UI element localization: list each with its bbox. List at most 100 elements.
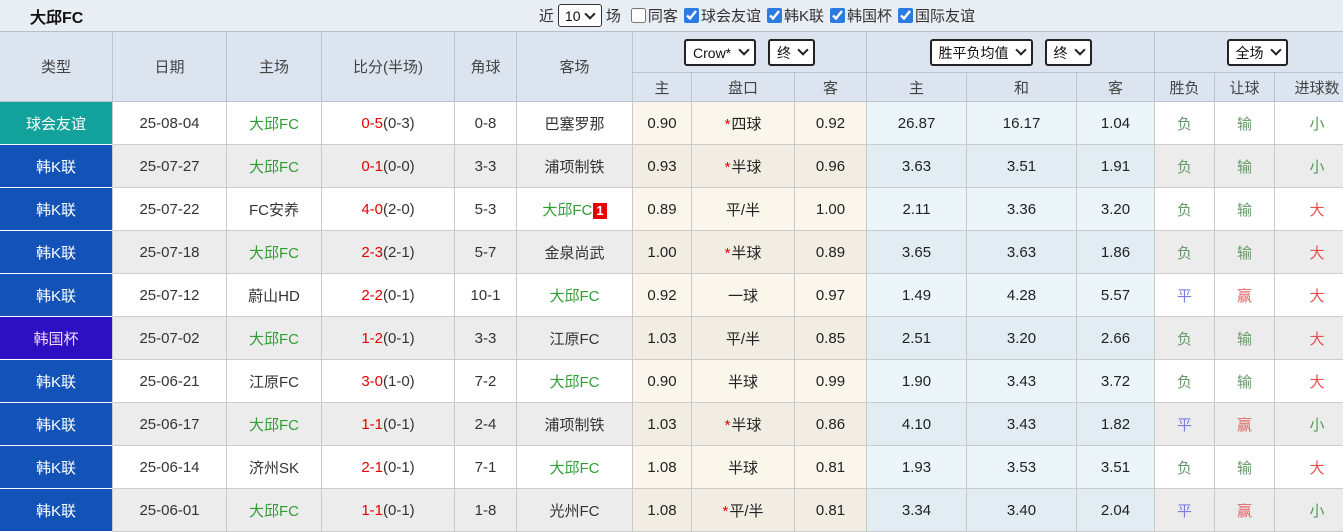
odds-away-value: 0.96 [795,145,868,188]
handicap-value: 一球 [727,287,758,305]
col-header-date: 日期 [113,32,227,102]
avg-home-value: 26.87 [867,102,968,145]
result-value: 负 [1155,231,1216,274]
away-team-link[interactable]: 浦项制铁 [544,417,604,434]
avg-home-value: 2.11 [867,188,968,231]
home-team-link[interactable]: 大邱FC [227,231,322,274]
fulltime-score: 2-1 [361,458,383,476]
filter-label: 韩K联 [783,8,824,25]
away-team-link[interactable]: 巴塞罗那 [544,116,604,133]
score-cell: 4-0(2-0) [322,188,455,231]
avg-home-value: 1.49 [867,274,968,317]
avg-away-value: 5.57 [1077,274,1156,317]
away-team-cell[interactable]: 浦项制铁 [517,145,633,188]
corners-value: 0-8 [455,102,517,145]
away-team-cell[interactable]: 江原FC [517,317,633,360]
home-team-link[interactable]: 大邱FC [227,317,322,360]
away-team-link[interactable]: 大邱FC [542,202,592,219]
odds-home-value: 0.92 [633,274,692,317]
fulltime-score: 3-0 [361,372,383,390]
odds-home-value: 0.93 [633,145,692,188]
table-row[interactable]: 韩K联 25-06-14 济州SK 2-1(0-1) 7-1 大邱FC 1.08… [0,446,1343,489]
corners-value: 7-2 [455,360,517,403]
away-team-cell[interactable]: 大邱FC [517,360,633,403]
table-row[interactable]: 韩K联 25-07-27 大邱FC 0-1(0-0) 3-3 浦项制铁 0.93… [0,145,1343,188]
goals-result-value: 大 [1275,446,1343,489]
halftime-score: (0-1) [383,329,415,347]
page-title: 大邱FC [30,9,84,27]
handicap-value: 平/半 [725,330,761,348]
away-team-link[interactable]: 金泉尚武 [544,245,604,262]
avg-time-select[interactable]: 终 [1044,38,1092,66]
away-team-cell[interactable]: 大邱FC [517,446,633,489]
filter-checkbox[interactable] [683,8,699,23]
home-team-link[interactable]: 大邱FC [227,145,322,188]
filter-checkbox[interactable] [630,8,646,23]
home-team-link[interactable]: 济州SK [227,446,322,489]
handicap-star: * [724,158,731,176]
halftime-score: (0-1) [383,458,415,476]
avg-group-header: 胜平负均值 终 [867,32,1156,73]
match-date: 25-06-14 [113,446,227,489]
away-team-link[interactable]: 浦项制铁 [544,159,604,176]
filter-label: 球会友谊 [700,8,761,25]
filter-checkbox[interactable] [766,8,782,23]
handicap-cell: *平/半 [692,489,795,532]
away-team-link[interactable]: 大邱FC [550,374,600,391]
match-type-badge: 韩K联 [0,403,113,446]
handicap-cell: *半球 [692,231,795,274]
odds-source-select[interactable]: Crow* [684,38,757,66]
home-team-link[interactable]: 蔚山HD [227,274,322,317]
table-row[interactable]: 韩K联 25-06-17 大邱FC 1-1(0-1) 2-4 浦项制铁 1.03… [0,403,1343,446]
away-team-cell[interactable]: 光州FC [517,489,633,532]
home-team-link[interactable]: 江原FC [227,360,322,403]
match-type-badge: 韩K联 [0,274,113,317]
home-team-link[interactable]: FC安养 [227,188,322,231]
odds-group-header: Crow* 终 [633,32,868,73]
match-type-badge: 韩K联 [0,188,113,231]
away-team-cell[interactable]: 大邱FC [517,274,633,317]
corners-value: 1-8 [455,489,517,532]
avg-draw-value: 16.17 [967,102,1078,145]
handicap-cell: 半球 [692,360,795,403]
away-team-cell[interactable]: 浦项制铁 [517,403,633,446]
table-row[interactable]: 韩K联 25-06-21 江原FC 3-0(1-0) 7-2 大邱FC 0.90… [0,360,1343,403]
table-row[interactable]: 韩K联 25-07-12 蔚山HD 2-2(0-1) 10-1 大邱FC 0.9… [0,274,1343,317]
table-row[interactable]: 球会友谊 25-08-04 大邱FC 0-5(0-3) 0-8 巴塞罗那 0.9… [0,102,1343,145]
halftime-score: (0-1) [383,286,415,304]
away-team-cell[interactable]: 巴塞罗那 [517,102,633,145]
avg-type-select[interactable]: 胜平负均值 [929,38,1033,66]
home-team-link[interactable]: 大邱FC [227,403,322,446]
away-team-link[interactable]: 江原FC [550,331,600,348]
table-row[interactable]: 韩K联 25-06-01 大邱FC 1-1(0-1) 1-8 光州FC 1.08… [0,489,1343,532]
odds-time-select[interactable]: 终 [768,38,816,66]
goals-result-value: 小 [1275,102,1343,145]
table-row[interactable]: 韩K联 25-07-22 FC安养 4-0(2-0) 5-3 大邱FC 1 0.8… [0,188,1343,231]
away-team-cell[interactable]: 金泉尚武 [517,231,633,274]
filter-checkbox[interactable] [897,8,913,23]
recent-count-select[interactable]: 10 [557,4,602,27]
table-row[interactable]: 韩K联 25-07-18 大邱FC 2-3(2-1) 5-7 金泉尚武 1.00… [0,231,1343,274]
odds-away-value: 1.00 [795,188,868,231]
score-cell: 0-5(0-3) [322,102,455,145]
result-group-header: 全场 [1155,32,1343,73]
away-team-cell[interactable]: 大邱FC 1 [517,188,633,231]
home-team-link[interactable]: 大邱FC [227,102,322,145]
away-team-link[interactable]: 光州FC [550,503,600,520]
match-date: 25-06-21 [113,360,227,403]
scope-select[interactable]: 全场 [1226,38,1288,66]
odds-home-value: 1.00 [633,231,692,274]
scope-select-wrap: 全场 [1226,38,1288,66]
handicap-star: * [722,502,729,520]
odds-away-value: 0.99 [795,360,868,403]
away-team-link[interactable]: 大邱FC [550,288,600,305]
filter-checkbox[interactable] [829,8,845,23]
col-header-away: 客场 [517,32,633,102]
match-type-badge: 韩K联 [0,360,113,403]
avg-away-value: 1.04 [1077,102,1156,145]
avg-away-value: 3.51 [1077,446,1156,489]
table-row[interactable]: 韩国杯 25-07-02 大邱FC 1-2(0-1) 3-3 江原FC 1.03… [0,317,1343,360]
score-cell: 1-1(0-1) [322,489,455,532]
home-team-link[interactable]: 大邱FC [227,489,322,532]
away-team-link[interactable]: 大邱FC [550,460,600,477]
